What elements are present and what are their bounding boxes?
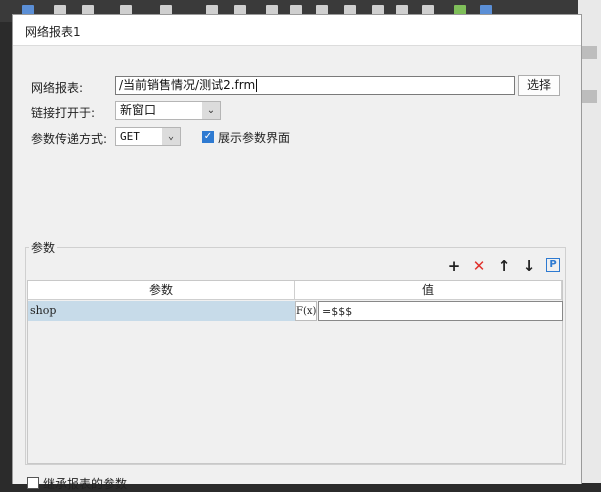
- panel-tab: [582, 46, 597, 59]
- column-header-value[interactable]: 值: [295, 281, 562, 300]
- show-params-checkbox[interactable]: ✓: [202, 131, 214, 143]
- dialog-title-bar: 网络报表1: [13, 15, 581, 46]
- report-label: 网络报表:: [31, 81, 84, 95]
- report-path-input[interactable]: /当前销售情况/测试2.frm: [115, 76, 515, 95]
- params-group-title: 参数: [29, 239, 58, 256]
- param-method-select[interactable]: GET ⌄: [115, 127, 181, 146]
- link-open-select[interactable]: 新窗口 ⌄: [115, 101, 221, 120]
- chevron-down-icon[interactable]: ⌄: [162, 128, 180, 145]
- delete-icon[interactable]: ✕: [470, 257, 488, 275]
- table-row-param-name[interactable]: shop: [28, 301, 295, 321]
- table-row-param-value[interactable]: =$$$: [318, 301, 563, 321]
- param-method-label: 参数传递方式:: [31, 132, 108, 146]
- report-path-value: /当前销售情况/测试2.frm: [119, 78, 256, 92]
- dialog-title: 网络报表1: [25, 25, 81, 39]
- move-up-icon[interactable]: ↑: [495, 257, 513, 275]
- column-header-param[interactable]: 参数: [28, 281, 295, 300]
- params-table: 参数 值 shop F(x) =$$$: [27, 280, 563, 464]
- param-method-value: GET: [120, 130, 140, 143]
- choose-button[interactable]: 选择: [518, 75, 560, 96]
- link-open-value: 新窗口: [120, 103, 157, 117]
- inherit-params-checkbox[interactable]: [27, 477, 39, 489]
- param-p-icon[interactable]: P: [546, 258, 560, 272]
- add-icon[interactable]: +: [445, 257, 463, 275]
- hyperlink-dialog: 网络报表1 网络报表: /当前销售情况/测试2.frm 选择 链接打开于: 新窗…: [12, 14, 582, 491]
- inherit-params-label: 继承报表的参数: [43, 477, 128, 491]
- panel-tab: [582, 90, 597, 103]
- formula-icon[interactable]: F(x): [295, 301, 317, 321]
- chevron-down-icon[interactable]: ⌄: [202, 102, 220, 119]
- show-params-label: 展示参数界面: [218, 131, 291, 145]
- move-down-icon[interactable]: ↓: [520, 257, 538, 275]
- link-open-label: 链接打开于:: [31, 106, 96, 120]
- text-caret: [256, 79, 258, 92]
